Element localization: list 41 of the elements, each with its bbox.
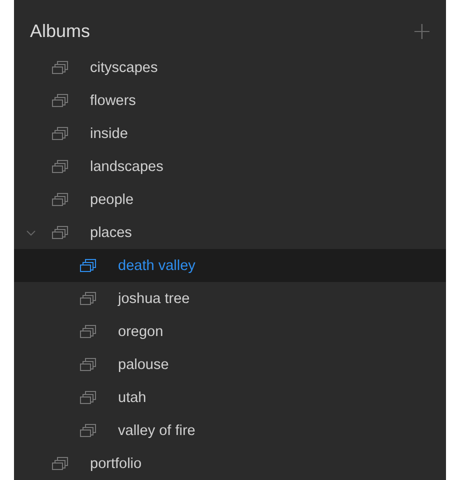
album-item[interactable]: inside <box>14 117 446 150</box>
album-item[interactable]: people <box>14 183 446 216</box>
album-stack-icon <box>80 391 96 404</box>
album-label: palouse <box>118 356 169 372</box>
album-stack-icon <box>80 424 96 437</box>
album-stack-icon <box>80 325 96 338</box>
album-item[interactable]: cityscapes <box>14 51 446 84</box>
album-stack-icon <box>52 127 68 140</box>
album-stack-icon <box>52 61 68 74</box>
album-label: people <box>90 192 134 208</box>
album-stack-icon <box>52 160 68 173</box>
panel-title: Albums <box>30 21 90 42</box>
album-stack-icon <box>52 193 68 206</box>
album-item[interactable]: flowers <box>14 84 446 117</box>
album-stack-icon <box>52 457 68 470</box>
album-label: inside <box>90 126 128 142</box>
album-label: cityscapes <box>90 60 158 76</box>
album-item[interactable]: joshua tree <box>14 282 446 315</box>
album-stack-icon <box>80 358 96 371</box>
album-label: joshua tree <box>118 290 190 306</box>
album-item[interactable]: portfolio <box>14 447 446 480</box>
album-item[interactable]: death valley <box>14 249 446 282</box>
album-stack-icon <box>52 94 68 107</box>
album-label: flowers <box>90 92 136 108</box>
album-stack-icon <box>52 226 68 239</box>
album-item[interactable]: landscapes <box>14 150 446 183</box>
album-label: oregon <box>118 324 164 340</box>
album-label: landscapes <box>90 158 164 174</box>
chevron-down-icon[interactable] <box>26 228 36 238</box>
album-item[interactable]: valley of fire <box>14 414 446 447</box>
album-label: portfolio <box>90 456 142 472</box>
album-label: places <box>90 224 132 240</box>
album-label: utah <box>118 390 146 406</box>
album-item[interactable]: palouse <box>14 348 446 381</box>
album-label: death valley <box>118 258 196 274</box>
album-stack-icon <box>80 292 96 305</box>
album-item[interactable]: oregon <box>14 315 446 348</box>
album-item[interactable]: places <box>14 216 446 249</box>
album-stack-icon <box>80 259 96 272</box>
album-item[interactable]: utah <box>14 381 446 414</box>
album-label: valley of fire <box>118 422 196 438</box>
